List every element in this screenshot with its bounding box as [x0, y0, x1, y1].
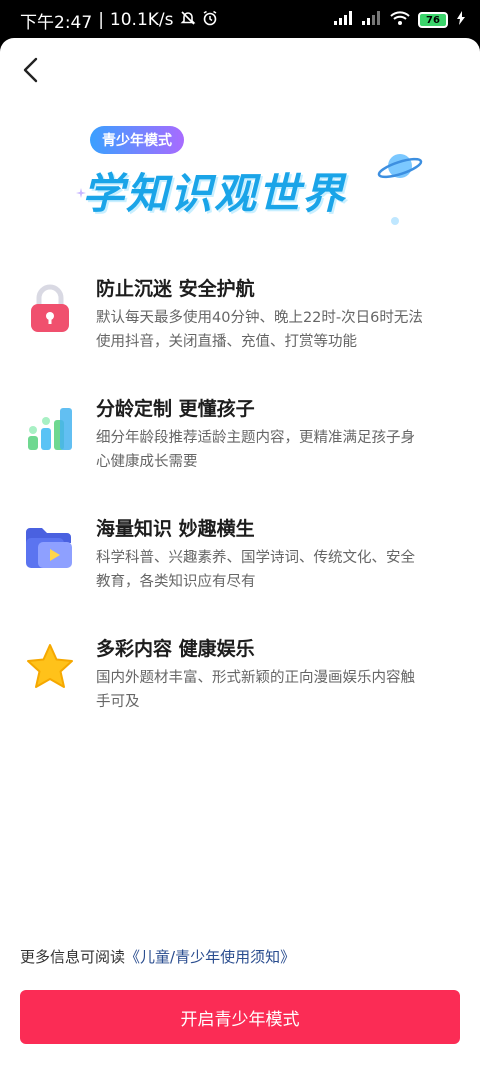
guidelines-link[interactable]: 《儿童/青少年使用须知》: [125, 948, 295, 966]
charging-icon: [456, 10, 466, 30]
bar-chart-icon: [28, 408, 72, 450]
footnote-prefix: 更多信息可阅读: [20, 948, 126, 966]
enable-teen-mode-button[interactable]: 开启青少年模式: [20, 990, 460, 1044]
hero-banner: 青少年模式 学知识观世界: [72, 126, 432, 236]
back-button[interactable]: [16, 56, 44, 84]
lock-icon: [31, 284, 69, 332]
teen-mode-page: 青少年模式 学知识观世界 防止沉迷 安全护航 默认每天最多使用40分钟、晚上22…: [0, 38, 480, 1067]
footnote: 更多信息可阅读《儿童/青少年使用须知》: [20, 946, 295, 967]
feature-title: 防止沉迷 安全护航: [96, 278, 255, 300]
mode-badge: 青少年模式: [90, 126, 184, 154]
video-folder-icon: [26, 528, 72, 568]
sparkle-icon: [76, 188, 86, 198]
feature-desc: 细分年龄段推荐适龄主题内容，更精准满足孩子身 心健康成长需要: [96, 426, 456, 474]
hero-headline: 学知识观世界: [82, 169, 347, 218]
status-divider: |: [98, 10, 104, 30]
feature-title: 海量知识 妙趣横生: [96, 518, 255, 540]
feature-item: 多彩内容 健康娱乐 国内外题材丰富、形式新颖的正向漫画娱乐内容触 手可及: [0, 634, 480, 734]
feature-title: 多彩内容 健康娱乐: [96, 638, 255, 660]
feature-item: 防止沉迷 安全护航 默认每天最多使用40分钟、晚上22时-次日6时无法 使用抖音…: [0, 274, 480, 374]
battery-icon: 76: [418, 12, 448, 28]
status-bar: 下午2:47 | 10.1K/s 76: [0, 0, 480, 40]
sparkle-icon: [391, 217, 399, 225]
desc-line: 心健康成长需要: [96, 454, 198, 470]
desc-line: 科学科普、兴趣素养、国学诗词、传统文化、安全: [96, 550, 415, 566]
desc-line: 教育，各类知识应有尽有: [96, 574, 256, 590]
status-time: 下午2:47: [20, 12, 93, 33]
desc-line: 手可及: [96, 694, 140, 710]
feature-item: 海量知识 妙趣横生 科学科普、兴趣素养、国学诗词、传统文化、安全 教育，各类知识…: [0, 514, 480, 614]
planet-icon: [377, 154, 423, 179]
mute-icon: [180, 10, 196, 31]
feature-desc: 科学科普、兴趣素养、国学诗词、传统文化、安全 教育，各类知识应有尽有: [96, 546, 456, 594]
feature-item: 分龄定制 更懂孩子 细分年龄段推荐适龄主题内容，更精准满足孩子身 心健康成长需要: [0, 394, 480, 494]
desc-line: 国内外题材丰富、形式新颖的正向漫画娱乐内容触: [96, 670, 415, 686]
desc-line: 使用抖音，关闭直播、充值、打赏等功能: [96, 334, 357, 350]
alarm-icon: [202, 10, 218, 31]
star-icon: [27, 644, 73, 688]
signal-icon: [334, 10, 354, 30]
wifi-icon: [390, 10, 410, 30]
feature-desc: 默认每天最多使用40分钟、晚上22时-次日6时无法 使用抖音，关闭直播、充值、打…: [96, 306, 456, 354]
desc-line: 细分年龄段推荐适龄主题内容，更精准满足孩子身: [96, 430, 415, 446]
chevron-left-icon: [23, 57, 38, 83]
signal-icon-2: [362, 10, 382, 30]
feature-desc: 国内外题材丰富、形式新颖的正向漫画娱乐内容触 手可及: [96, 666, 456, 714]
desc-line: 默认每天最多使用40分钟、晚上22时-次日6时无法: [96, 310, 423, 326]
feature-title: 分龄定制 更懂孩子: [96, 398, 255, 420]
status-net-speed: 10.1K/s: [109, 10, 174, 30]
